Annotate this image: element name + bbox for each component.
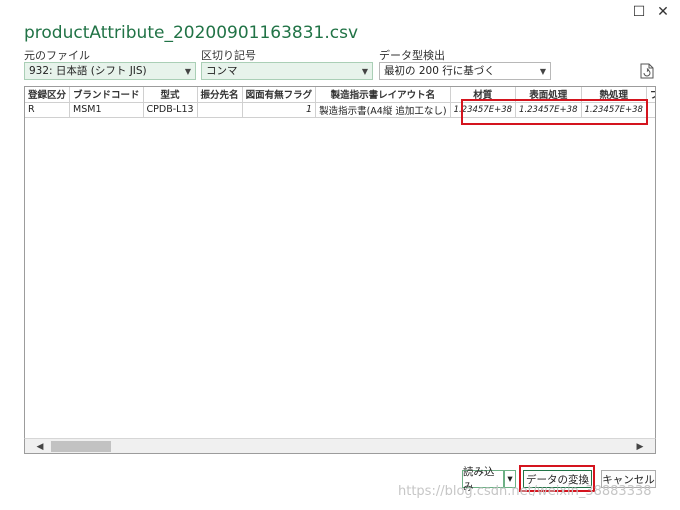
file-origin-dropdown[interactable]: 932: 日本語 (シフト JIS) ▼ bbox=[24, 62, 196, 80]
delimiter-dropdown[interactable]: コンマ ▼ bbox=[201, 62, 373, 80]
table-cell: 製造指示書(A4縦 追加工なし) bbox=[315, 102, 451, 118]
column-header[interactable]: 振分先名 bbox=[197, 87, 243, 103]
table-cell: 1 bbox=[242, 102, 317, 118]
type-detection-value: 最初の 200 行に基づく bbox=[384, 65, 495, 77]
chevron-down-icon: ▼ bbox=[539, 67, 546, 76]
delimiter-label: 区切り記号 bbox=[201, 49, 256, 62]
dialog-title: productAttribute_20200901163831.csv bbox=[24, 23, 359, 43]
close-button[interactable]: ✕ bbox=[652, 2, 674, 22]
scroll-right-icon[interactable]: ▶ bbox=[633, 440, 647, 453]
type-detection-label: データ型検出 bbox=[379, 49, 445, 62]
scroll-thumb[interactable] bbox=[51, 441, 111, 452]
column-header[interactable]: 製造指示書レイアウト名 bbox=[315, 87, 451, 103]
watermark: https://blog.csdn.net/weixin_38883338 bbox=[398, 484, 652, 499]
refresh-file-icon[interactable] bbox=[640, 63, 654, 79]
scroll-left-icon[interactable]: ◀ bbox=[33, 440, 47, 453]
horizontal-scrollbar[interactable]: ◀ ▶ bbox=[24, 438, 656, 454]
table-cell: R bbox=[25, 102, 71, 118]
table-cell: MSM1 bbox=[69, 102, 144, 118]
table-cell: CPDB-L13 bbox=[143, 102, 198, 118]
column-header[interactable]: ブランドコード bbox=[69, 87, 144, 103]
table-cell bbox=[197, 102, 243, 118]
chevron-down-icon: ▼ bbox=[361, 67, 368, 76]
highlight-box bbox=[461, 99, 648, 125]
preview-grid[interactable]: 登録区分 ブランドコード 型式 振分先名 図面有無フラグ 製造指示書レイアウト名… bbox=[24, 86, 656, 454]
chevron-down-icon: ▼ bbox=[184, 67, 191, 76]
type-detection-dropdown[interactable]: 最初の 200 行に基づく ▼ bbox=[379, 62, 551, 80]
column-header[interactable]: 図面有無フラグ bbox=[242, 87, 317, 103]
delimiter-value: コンマ bbox=[206, 65, 238, 77]
column-header[interactable]: 型式 bbox=[143, 87, 198, 103]
file-origin-label: 元のファイル bbox=[24, 49, 90, 62]
column-header[interactable]: 登録区分 bbox=[25, 87, 71, 103]
maximize-button[interactable]: ☐ bbox=[628, 2, 650, 22]
close-icon: ✕ bbox=[657, 4, 669, 20]
maximize-icon: ☐ bbox=[632, 4, 646, 20]
file-origin-value: 932: 日本語 (シフト JIS) bbox=[29, 65, 147, 77]
